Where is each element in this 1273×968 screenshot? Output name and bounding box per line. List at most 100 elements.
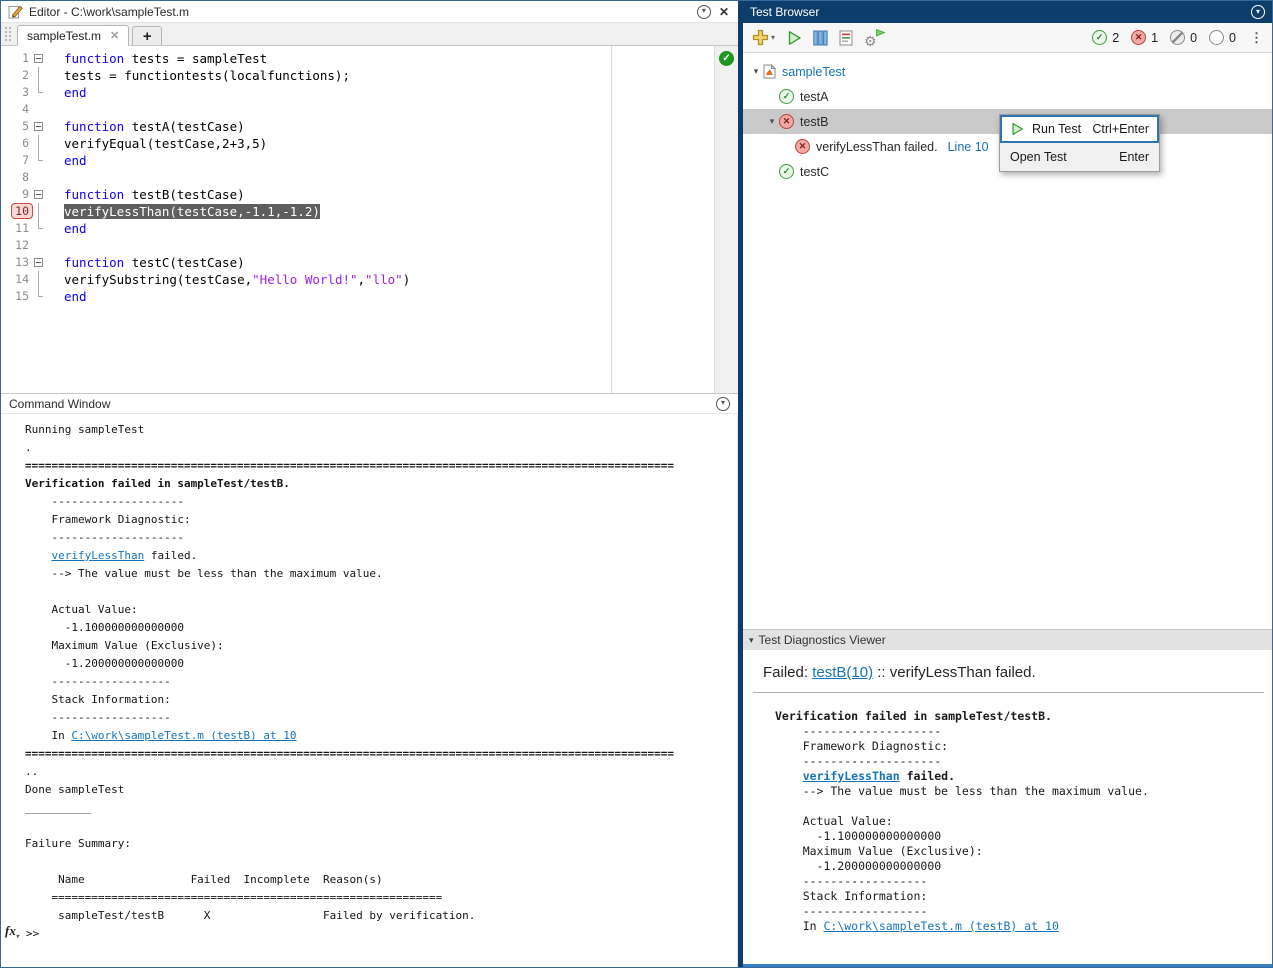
line-number[interactable]: 3 (1, 84, 29, 101)
failed-count-icon (1131, 30, 1146, 45)
output-link[interactable]: C:\work\sampleTest.m (testB) at 10 (823, 919, 1058, 933)
tree-item-label: testB (800, 115, 829, 129)
code-line[interactable]: 9function testB(testCase) (1, 186, 738, 203)
line-number[interactable]: 8 (1, 169, 29, 186)
line-number[interactable]: 6 (1, 135, 29, 152)
code-line[interactable]: 12 (1, 237, 738, 254)
code-fold-marker[interactable] (29, 118, 47, 135)
editor-tabbar: sampleTest.m ✕ + (1, 23, 738, 46)
menu-item-label: Run Test (1032, 122, 1081, 136)
command-window-menu-chevron-icon[interactable] (716, 397, 730, 411)
code-analyzer-ok-icon[interactable] (719, 51, 734, 66)
code-line[interactable]: 13 function testC(testCase) (1, 254, 738, 271)
output-link[interactable]: verifyLessThan (803, 769, 900, 783)
editor-panel-menu-chevron-icon[interactable] (697, 5, 711, 19)
code-fold-marker (29, 67, 47, 84)
code-text (47, 101, 64, 118)
add-test-dropdown-caret-icon[interactable]: ▾ (771, 33, 775, 42)
test-browser-menu-chevron-icon[interactable] (1251, 5, 1265, 19)
code-text: function tests = sampleTest (47, 50, 267, 67)
code-text: end (47, 288, 87, 305)
gear-icon: ⚙ (864, 34, 877, 48)
tree-item-label: sampleTest (782, 65, 845, 79)
code-lines: 1 function tests = sampleTest 2 tests = fun… (1, 50, 738, 305)
new-tab-button[interactable]: + (132, 26, 162, 45)
tab-close-icon[interactable]: ✕ (110, 29, 119, 42)
line-number[interactable]: 13 (1, 254, 29, 271)
line-number[interactable]: 4 (1, 101, 29, 118)
report-button[interactable] (839, 30, 853, 46)
tab-label: sampleTest.m (27, 29, 101, 43)
line-number[interactable]: 2 (1, 67, 29, 84)
right-column: Test Browser ▾ ⚙ (743, 1, 1272, 967)
code-line[interactable]: 15 end (1, 288, 738, 305)
expander-collapse-icon[interactable]: ▾ (749, 66, 763, 77)
flag-icon (876, 29, 885, 37)
command-window-panel: Command Window Running sampleTest . ====… (1, 393, 738, 967)
test-tree-item-testa[interactable]: testA (743, 84, 1272, 109)
line-number[interactable]: 11 (1, 220, 29, 237)
code-fold-marker (29, 135, 47, 152)
matlab-desktop: Editor - C:\work\sampleTest.m ✕ sampleTe… (0, 0, 1273, 968)
menu-item-open-test[interactable]: Open TestEnter (1000, 143, 1159, 171)
line-number[interactable]: 14 (1, 271, 29, 288)
failure-headline: Failed: testB(10) :: verifyLessThan fail… (753, 660, 1264, 692)
code-line[interactable]: 6verifyEqual(testCase,2+3,5) (1, 135, 738, 152)
code-fold-marker (29, 84, 47, 101)
test-diagnostics-header[interactable]: ▾ Test Diagnostics Viewer (743, 629, 1272, 650)
command-output-text: Running sampleTest . ===================… (25, 421, 731, 925)
column-ruler (611, 46, 612, 393)
code-line[interactable]: 14verifySubstring(testCase,"Hello World!… (1, 271, 738, 288)
test-tree-item-sampletest[interactable]: ▾ sampleTest (743, 59, 1272, 84)
menu-item-run-test[interactable]: Run TestCtrl+Enter (1000, 115, 1159, 143)
code-line[interactable]: 5function testA(testCase) (1, 118, 738, 135)
line-number[interactable]: 1 (1, 50, 29, 67)
code-line[interactable]: 3 end (1, 84, 738, 101)
code-fold-marker (29, 169, 47, 186)
line-number[interactable]: 7 (1, 152, 29, 169)
code-editor[interactable]: 1 function tests = sampleTest 2 tests = fun… (1, 46, 738, 393)
expander-collapse-icon[interactable]: ▾ (765, 116, 779, 127)
test-passed-icon (779, 164, 794, 179)
run-parallel-button[interactable] (813, 30, 828, 46)
run-settings-button[interactable]: ⚙ (864, 29, 884, 46)
line-number[interactable]: 5 (1, 118, 29, 135)
code-line[interactable]: 7end (1, 152, 738, 169)
code-text: end (47, 220, 87, 237)
test-diagnostics-panel: ▾ Test Diagnostics Viewer Failed: testB(… (743, 629, 1272, 967)
code-line[interactable]: 2 tests = functiontests(localfunctions); (1, 67, 738, 84)
collapse-caret-icon: ▾ (749, 635, 754, 646)
line-number-error[interactable]: 10 (1, 203, 29, 220)
code-fold-marker (29, 237, 47, 254)
add-test-button[interactable]: ▾ (752, 29, 775, 46)
kebab-menu-icon[interactable]: ⋮ (1250, 30, 1263, 46)
line-number[interactable]: 12 (1, 237, 29, 254)
code-text (47, 237, 64, 254)
go-to-line-link[interactable]: Line 10 (948, 140, 989, 154)
code-text (47, 169, 64, 186)
output-link[interactable]: C:\work\sampleTest.m (testB) at 10 (71, 729, 296, 742)
code-line[interactable]: 10verifyLessThan(testCase,-1.1,-1.2) (1, 203, 738, 220)
code-text: function testC(testCase) (47, 254, 245, 271)
left-column: Editor - C:\work\sampleTest.m ✕ sampleTe… (1, 1, 738, 967)
output-link[interactable]: verifyLessThan (52, 549, 145, 562)
command-window-output[interactable]: Running sampleTest . ===================… (1, 414, 738, 967)
line-number[interactable]: 15 (1, 288, 29, 305)
run-tests-button[interactable] (786, 30, 802, 46)
fx-function-hints-icon[interactable]: fx (5, 922, 19, 947)
code-fold-marker[interactable] (29, 50, 47, 67)
code-line[interactable]: 4 (1, 101, 738, 118)
code-text: tests = functiontests(localfunctions); (47, 67, 350, 84)
line-number[interactable]: 9 (1, 186, 29, 203)
code-text: end (47, 84, 87, 101)
code-fold-marker[interactable] (29, 186, 47, 203)
code-line[interactable]: 8 (1, 169, 738, 186)
tab-drag-handle[interactable] (4, 26, 12, 43)
code-fold-marker[interactable] (29, 254, 47, 271)
code-line[interactable]: 11 end (1, 220, 738, 237)
failed-test-link[interactable]: testB(10) (812, 664, 873, 681)
command-prompt[interactable]: >> (26, 925, 39, 943)
editor-close-icon[interactable]: ✕ (717, 5, 731, 19)
tab-sampletest[interactable]: sampleTest.m ✕ (17, 25, 129, 46)
code-line[interactable]: 1 function tests = sampleTest (1, 50, 738, 67)
